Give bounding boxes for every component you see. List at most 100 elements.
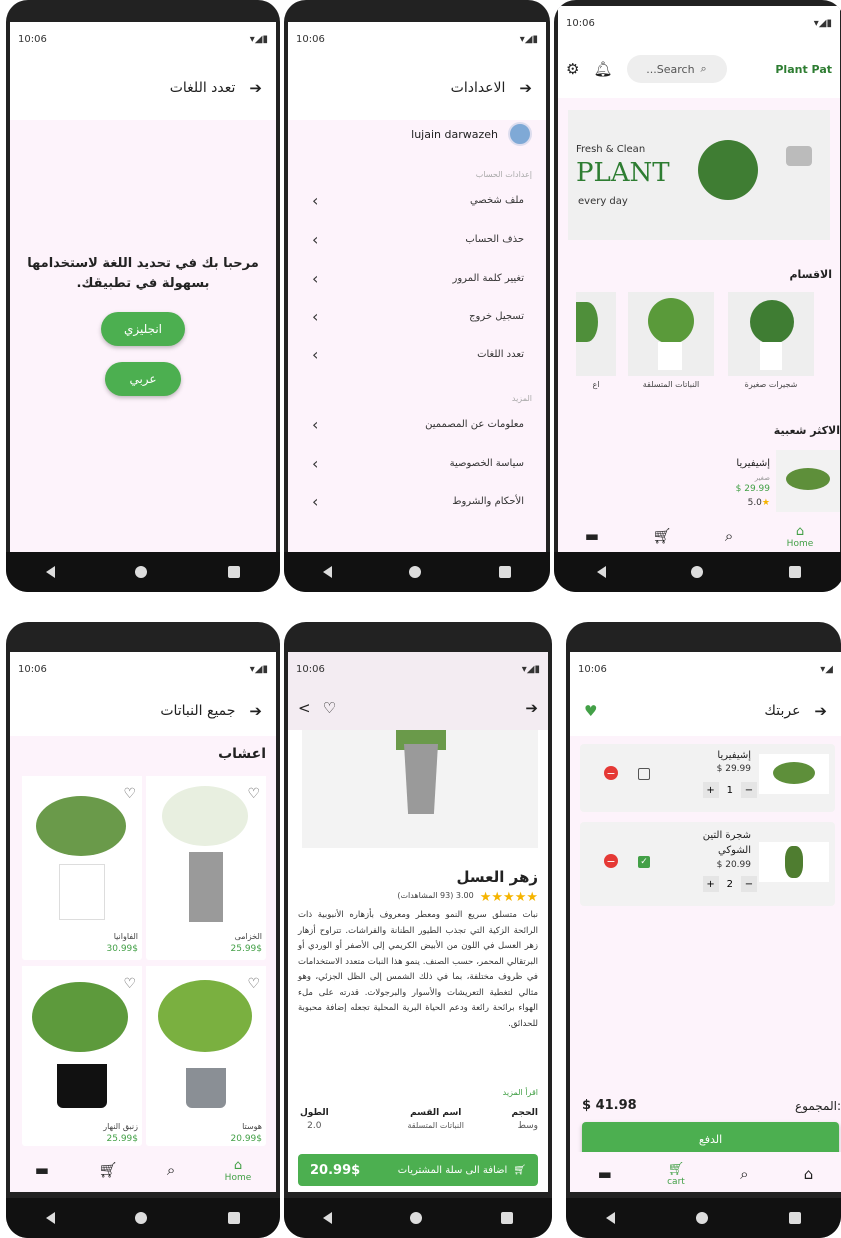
- status-bar: 10:06 ▾◢▮: [558, 6, 840, 40]
- star-icon: ★: [514, 890, 527, 905]
- back-arrow-icon[interactable]: ➔: [525, 699, 538, 717]
- system-back-icon[interactable]: [46, 1212, 56, 1224]
- status-bar: 10:06 ▾◢: [570, 652, 841, 686]
- decrement-button[interactable]: −: [741, 876, 757, 892]
- settings-item-privacy[interactable]: ‹ سياسة الخصوصية: [312, 453, 524, 473]
- home-icon[interactable]: ⌂: [804, 1165, 814, 1183]
- settings-item-terms[interactable]: ‹ الأحكام والشروط: [312, 491, 524, 511]
- system-recents-icon[interactable]: [789, 566, 802, 578]
- plant-price: 25.99$: [230, 944, 263, 954]
- quantity-value: 2: [726, 878, 733, 890]
- user-row[interactable]: lujain darwazeh: [411, 122, 532, 146]
- system-back-icon[interactable]: [322, 566, 332, 578]
- spec-height-value: 2.0: [307, 1121, 322, 1131]
- quantity-stepper: + 1 −: [702, 782, 757, 798]
- chat-icon[interactable]: ▬: [35, 1161, 49, 1179]
- system-recents-icon[interactable]: [227, 566, 240, 578]
- search-icon[interactable]: ⌕: [167, 1161, 175, 1179]
- gear-icon[interactable]: ⚙: [566, 60, 579, 78]
- settings-item-label: ملف شخصي: [469, 194, 524, 206]
- system-home-icon[interactable]: [409, 566, 422, 578]
- nav-home[interactable]: ⌂ Home: [787, 524, 814, 549]
- system-back-icon[interactable]: [323, 1212, 333, 1224]
- cart-item[interactable]: شجرة التين الشوكي $ 20.99 + 2 − ✓ −: [580, 822, 835, 906]
- category-card-climbers[interactable]: النباتات المتسلقة: [628, 292, 714, 394]
- cart-icon[interactable]: 🛒︎: [98, 1161, 117, 1179]
- increment-button[interactable]: +: [702, 782, 719, 798]
- cart-item[interactable]: إشيفيريا $ 29.99 + 1 − −: [580, 744, 835, 812]
- home-screen: 10:06 ▾◢▮ ⚙ 🔔︎ ...Search ⌕ Plant Pat Fresh…: [558, 6, 840, 552]
- welcome-text: مرحبا بك في تحديد اللغة لاستخدامها بسهول…: [27, 256, 259, 291]
- back-arrow-icon[interactable]: ➔: [519, 79, 532, 97]
- chat-icon[interactable]: ▬: [598, 1165, 612, 1183]
- plant-card-lavender[interactable]: ♡ الخزامى 25.99$: [146, 776, 266, 960]
- remove-icon[interactable]: −: [604, 854, 618, 868]
- plant-card-peony[interactable]: ♡ الفاوانيا 30.99$: [22, 776, 142, 960]
- spec-category-label: اسم القسم: [410, 1108, 462, 1118]
- remove-icon[interactable]: −: [604, 766, 618, 780]
- banner-line3: every day: [578, 196, 628, 207]
- popular-item-rating: 5.0★: [748, 498, 770, 508]
- total-value: $ 41.98: [582, 1098, 637, 1113]
- hero-banner[interactable]: Fresh & Clean PLANT every day: [568, 110, 830, 240]
- system-recents-icon[interactable]: [788, 1212, 801, 1224]
- system-home-icon[interactable]: [691, 566, 704, 578]
- heart-icon[interactable]: ♡: [323, 699, 336, 717]
- system-recents-icon[interactable]: [500, 1212, 513, 1224]
- plant-card-daylily[interactable]: ♡ زنبق النهار 25.99$: [22, 966, 142, 1146]
- system-back-icon[interactable]: [596, 566, 606, 578]
- system-recents-icon[interactable]: [499, 566, 512, 578]
- share-icon[interactable]: <: [298, 699, 311, 717]
- back-arrow-icon[interactable]: ➔: [814, 702, 827, 720]
- add-to-cart-button[interactable]: 20.99$ اضافة الى سلة المشتريات 🛒︎: [298, 1154, 538, 1186]
- settings-item-profile[interactable]: ‹ ملف شخصي: [312, 190, 524, 210]
- heart-icon[interactable]: ♡: [247, 976, 260, 992]
- back-arrow-icon[interactable]: ➔: [249, 702, 262, 720]
- back-arrow-icon[interactable]: ➔: [249, 79, 262, 97]
- system-back-icon[interactable]: [46, 566, 56, 578]
- settings-item-change-password[interactable]: ‹ تغيير كلمة المرور: [312, 268, 524, 288]
- nav-home-label: Home: [786, 538, 814, 549]
- chat-icon[interactable]: ▬: [585, 527, 599, 545]
- search-box[interactable]: ...Search ⌕: [626, 55, 727, 83]
- home-icon: ⌂: [233, 1157, 243, 1173]
- search-icon[interactable]: ⌕: [740, 1165, 748, 1183]
- quantity-stepper: + 2 −: [702, 876, 757, 892]
- pay-button[interactable]: الدفع: [582, 1122, 839, 1156]
- category-card-partial[interactable]: اع: [576, 292, 616, 394]
- plant-card-hosta[interactable]: ♡ هوستا 20.99$: [146, 966, 266, 1146]
- popular-title: الاكثر شعبية: [773, 424, 840, 437]
- cart-icon[interactable]: 🛒︎: [652, 527, 671, 545]
- select-checkbox[interactable]: [638, 768, 650, 780]
- settings-item-designers[interactable]: ‹ معلومات عن المصممين: [312, 414, 524, 434]
- decrement-button[interactable]: −: [741, 782, 757, 798]
- bell-icon[interactable]: 🔔︎: [593, 60, 612, 78]
- phone-home: 10:06 ▾◢▮ ⚙ 🔔︎ ...Search ⌕ Plant Pat Fresh…: [554, 0, 841, 592]
- system-back-icon[interactable]: [606, 1212, 616, 1224]
- popular-item-price: $ 29.99: [735, 484, 770, 494]
- popular-item[interactable]: إشيفيريا صغير $ 29.99 5.0★: [708, 450, 840, 514]
- cart-item-name: شجرة التين الشوكي: [702, 830, 751, 856]
- nav-home[interactable]: ⌂ Home: [225, 1158, 252, 1183]
- system-home-icon[interactable]: [695, 1212, 708, 1224]
- category-card-shrubs[interactable]: شجيرات صغيرة: [728, 292, 814, 394]
- banner-line1: Fresh & Clean: [576, 144, 646, 155]
- heart-icon[interactable]: ♡: [123, 976, 136, 992]
- settings-item-delete-account[interactable]: ‹ حذف الحساب: [312, 229, 524, 249]
- system-home-icon[interactable]: [135, 566, 148, 578]
- system-recents-icon[interactable]: [227, 1212, 240, 1224]
- nav-cart[interactable]: 🛒︎ cart: [667, 1162, 685, 1187]
- search-icon[interactable]: ⌕: [725, 527, 733, 545]
- read-more-link[interactable]: اقرأ المزيد: [503, 1088, 538, 1097]
- settings-item-logout[interactable]: ‹ تسجيل خروج: [312, 306, 524, 326]
- select-checkbox-checked[interactable]: ✓: [638, 856, 650, 868]
- system-home-icon[interactable]: [410, 1212, 423, 1224]
- heart-icon[interactable]: ♡: [247, 786, 260, 802]
- system-home-icon[interactable]: [135, 1212, 148, 1224]
- increment-button[interactable]: +: [702, 876, 719, 892]
- english-button[interactable]: انجليزي: [101, 312, 185, 346]
- settings-item-languages[interactable]: ‹ تعدد اللغات: [312, 344, 524, 364]
- arabic-button[interactable]: عربي: [105, 362, 181, 396]
- heart-icon[interactable]: ♡: [123, 786, 136, 802]
- heart-filled-icon[interactable]: ♥: [584, 702, 597, 720]
